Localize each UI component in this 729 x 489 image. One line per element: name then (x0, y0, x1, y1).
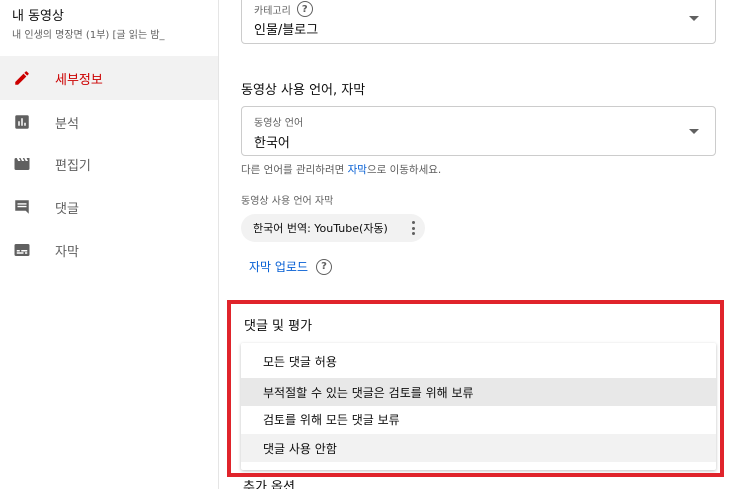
clapperboard-icon (12, 154, 32, 174)
video-language-label: 동영상 언어 (254, 118, 304, 129)
category-select[interactable]: 카테고리 ? 인물/블로그 (241, 0, 716, 44)
pencil-icon (12, 68, 32, 88)
subtitles-icon (12, 240, 32, 260)
video-title[interactable]: 내 동영상 (12, 5, 64, 24)
chevron-down-icon (689, 129, 699, 134)
more-vert-icon[interactable] (412, 221, 415, 235)
sidebar-item-details[interactable]: 세부정보 (0, 56, 218, 100)
video-language-select[interactable]: 동영상 언어 한국어 (241, 106, 716, 156)
upload-subtitles-row: 자막 업로드 ? (249, 258, 333, 275)
language-helper-text: 다른 언어를 관리하려면 자막으로 이동하세요. (241, 162, 441, 177)
subtitles-link[interactable]: 자막 (348, 164, 367, 176)
video-subtitle: 내 인생의 명장면 (1부) [글 읽는 밤_ (12, 30, 165, 41)
subtitle-language-label: 동영상 사용 언어 자막 (241, 196, 334, 207)
sidebar-item-label: 자막 (55, 244, 79, 260)
sidebar-item-label: 편집기 (55, 158, 91, 174)
subtitle-chip[interactable]: 한국어 번역: YouTube(자동) (241, 214, 425, 242)
category-value: 인물/블로그 (254, 23, 319, 38)
sidebar-item-label: 분석 (55, 116, 79, 132)
sidebar-item-label: 세부정보 (55, 72, 103, 88)
subtitle-chip-label: 한국어 번역: YouTube(자동) (253, 222, 388, 235)
language-section-title: 동영상 사용 언어, 자막 (241, 83, 366, 98)
next-section-title: 추가 옵션 (243, 480, 295, 489)
helper-prefix: 다른 언어를 관리하려면 (241, 164, 348, 176)
video-language-value: 한국어 (254, 136, 290, 151)
upload-subtitles-link[interactable]: 자막 업로드 (249, 258, 308, 275)
help-icon[interactable]: ? (316, 258, 333, 275)
bar-chart-icon (12, 112, 32, 132)
sidebar: 내 동영상 내 인생의 명장면 (1부) [글 읽는 밤_ 세부정보 분석 편집… (0, 0, 219, 489)
help-icon[interactable]: ? (296, 1, 313, 17)
highlight-annotation-box (227, 300, 724, 477)
sidebar-item-subtitles[interactable]: 자막 (0, 228, 218, 272)
comment-icon (12, 197, 32, 217)
sidebar-item-analytics[interactable]: 분석 (0, 100, 218, 144)
helper-suffix: 으로 이동하세요. (366, 164, 442, 176)
chevron-down-icon (689, 16, 699, 21)
sidebar-item-label: 댓글 (55, 201, 79, 217)
category-label-row: 카테고리 ? (254, 1, 313, 17)
sidebar-item-comments[interactable]: 댓글 (0, 185, 218, 229)
sidebar-item-editor[interactable]: 편집기 (0, 142, 218, 186)
category-label: 카테고리 (254, 5, 291, 17)
